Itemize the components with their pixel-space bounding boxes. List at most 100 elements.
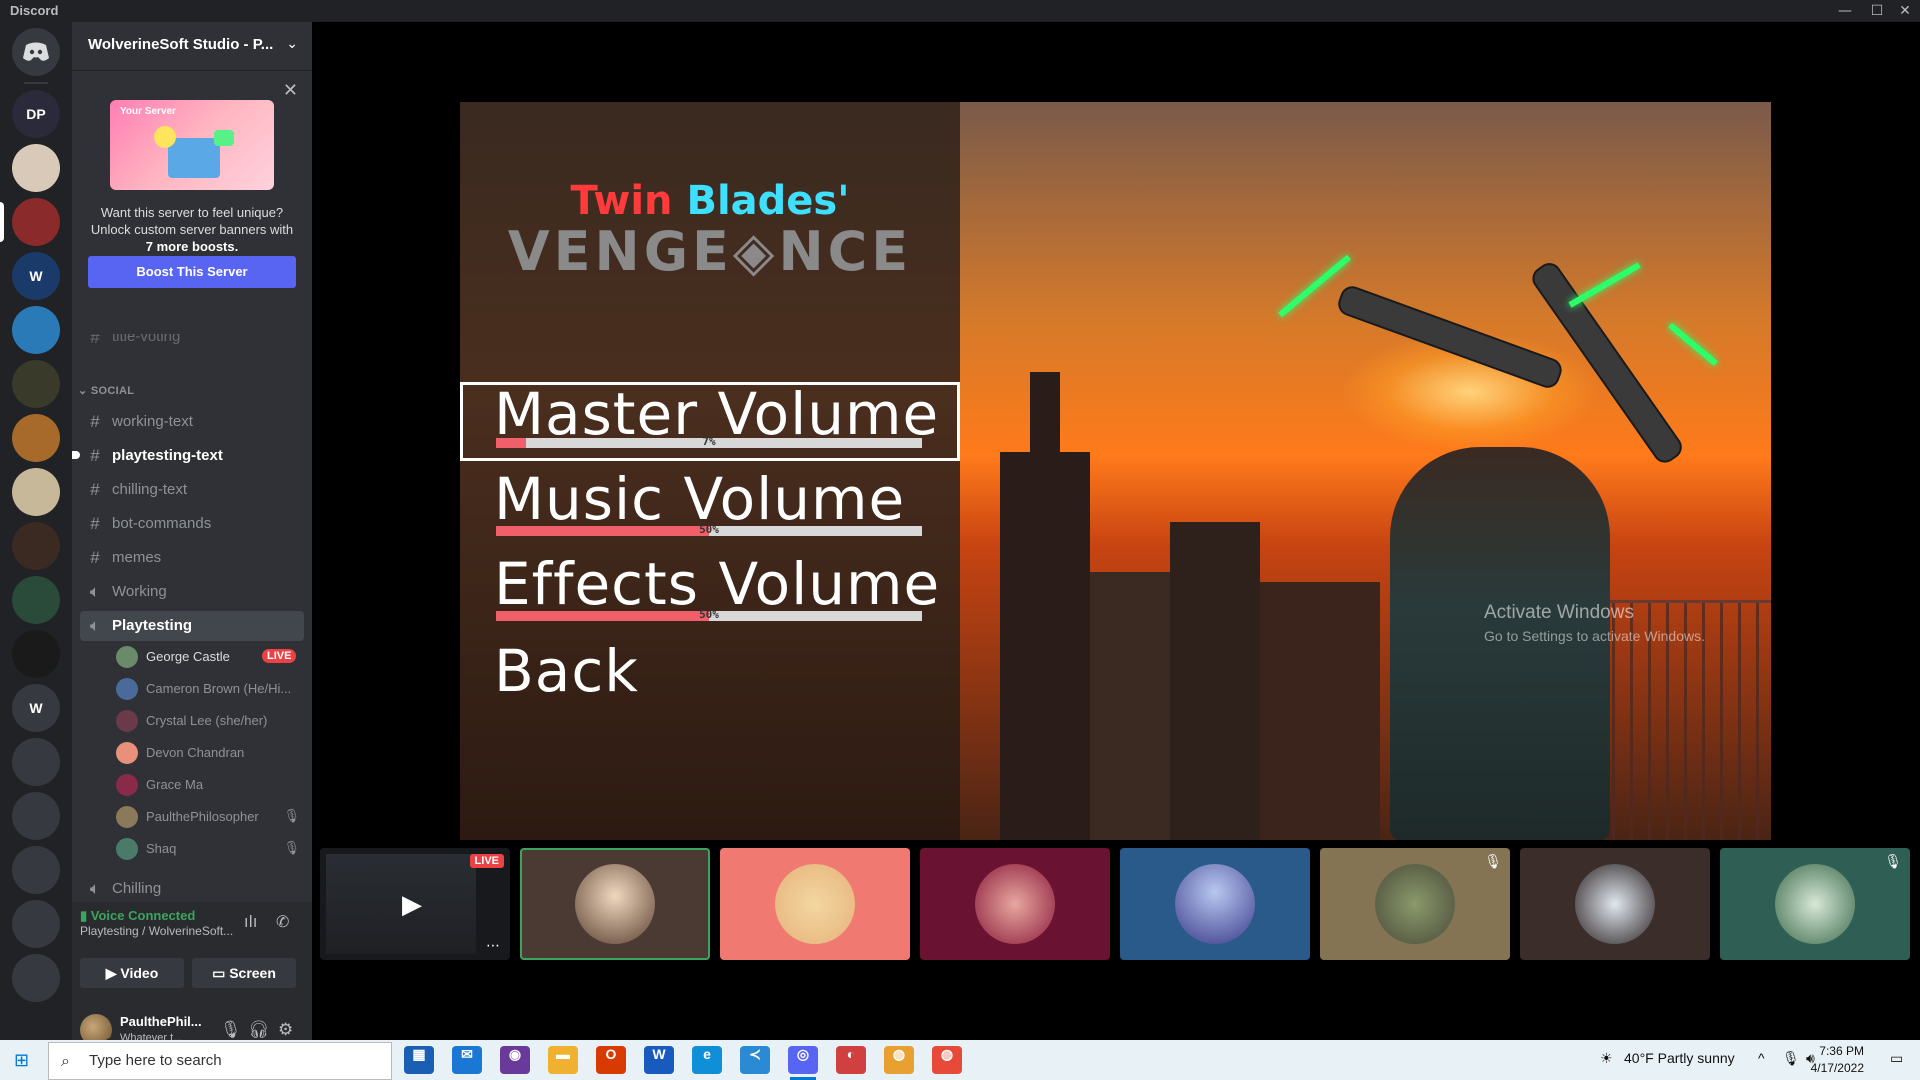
screen-share-button[interactable]: ▭ Screen <box>192 958 296 988</box>
voice-user[interactable]: Devon Chandran <box>116 738 306 768</box>
participant-tile[interactable] <box>520 848 710 960</box>
voice-user[interactable]: George Castle LIVE <box>116 642 306 672</box>
username: PaulthePhil... <box>120 1014 202 1029</box>
status-label: Voice Connected <box>90 908 196 923</box>
server-icon[interactable] <box>12 144 60 192</box>
server-icon[interactable]: W <box>12 684 60 732</box>
clock[interactable]: 7:36 PM 4/17/2022 <box>1811 1043 1864 1077</box>
windows-start-icon[interactable]: ⊞ <box>14 1050 29 1071</box>
voice-channel-playtesting[interactable]: 🔈︎ Playtesting <box>80 611 304 641</box>
word-app-icon[interactable]: W <box>644 1046 674 1074</box>
noise-suppression-icon[interactable]: ılı <box>244 912 257 931</box>
minimize-icon[interactable]: — <box>1830 0 1860 22</box>
stream-preview-tile[interactable]: ▶ LIVE ⋯ <box>320 848 510 960</box>
server-icon[interactable] <box>12 522 60 570</box>
vscode-app-icon[interactable]: ≺ <box>740 1046 770 1074</box>
menu-back[interactable]: Back <box>460 637 960 707</box>
edge-app-icon[interactable]: e <box>692 1046 722 1074</box>
microphone-icon[interactable]: 🎙︎ <box>1782 1050 1800 1067</box>
video-button[interactable]: ▶ Video <box>80 958 184 988</box>
store-app-icon[interactable]: ▦ <box>404 1046 434 1074</box>
search-icon: ⌕ <box>61 1051 70 1070</box>
weather-icon[interactable]: ☀ <box>1600 1050 1613 1067</box>
file-explorer-icon[interactable]: ▬ <box>548 1046 578 1074</box>
github-app-icon[interactable]: ◉ <box>500 1046 530 1074</box>
live-badge: LIVE <box>262 649 297 663</box>
chrome-app-icon[interactable]: ◍ <box>884 1046 914 1074</box>
voice-channel-chilling[interactable]: 🔈︎ Chilling <box>80 874 304 904</box>
server-header[interactable]: WolverineSoft Studio - P... ⌄ <box>72 22 312 71</box>
muted-mic-icon[interactable]: 🎙︎ <box>220 1020 242 1040</box>
boost-server-button[interactable]: Boost This Server <box>88 256 296 288</box>
chrome-canary-icon[interactable]: ◍ <box>932 1046 962 1074</box>
server-icon[interactable] <box>12 576 60 624</box>
server-icon[interactable] <box>12 954 60 1002</box>
channel-title-voting[interactable]: # title-voting <box>80 334 304 350</box>
channel-bot-commands[interactable]: # bot-commands <box>80 509 304 539</box>
notifications-icon[interactable]: ▭ <box>1890 1050 1903 1067</box>
server-icon[interactable] <box>12 414 60 462</box>
more-options-icon[interactable]: ⋯ <box>486 938 500 954</box>
server-icon[interactable]: W <box>12 252 60 300</box>
server-icon[interactable]: DP <box>12 90 60 138</box>
weather-text[interactable]: 40°F Partly sunny <box>1624 1050 1735 1066</box>
screen-share-view[interactable]: Twin Blades' VENGE◈NCE Master Volume 7% … <box>460 102 1771 840</box>
voice-channel-working[interactable]: 🔈︎ Working <box>80 577 304 607</box>
office-app-icon[interactable]: O <box>596 1046 626 1074</box>
building <box>1170 522 1260 840</box>
menu-music-volume[interactable]: Music Volume 50% <box>460 465 960 546</box>
headphones-icon[interactable]: 🎧︎ <box>248 1020 270 1040</box>
server-icon[interactable] <box>12 630 60 678</box>
server-icon[interactable] <box>12 900 60 948</box>
gear-icon[interactable]: ⚙ <box>278 1020 293 1040</box>
participant-tile[interactable] <box>1120 848 1310 960</box>
volume-slider[interactable]: 50% <box>496 608 922 621</box>
chevron-up-icon[interactable]: ^ <box>1758 1050 1765 1066</box>
channel-memes[interactable]: # memes <box>80 543 304 573</box>
participant-tile[interactable] <box>920 848 1110 960</box>
voice-user[interactable]: Shaq 🎙︎ <box>116 834 306 864</box>
close-icon[interactable]: ✕ <box>283 80 298 101</box>
menu-effects-volume[interactable]: Effects Volume 50% <box>460 550 960 631</box>
avatar <box>116 806 138 828</box>
server-icon[interactable] <box>12 468 60 516</box>
voice-user[interactable]: PaulthePhilosopher 🎙︎ <box>116 802 306 832</box>
maximize-icon[interactable]: ☐ <box>1862 0 1892 22</box>
voice-user[interactable]: Cameron Brown (He/Hi... <box>116 674 306 704</box>
character-icon <box>154 126 176 148</box>
volume-slider[interactable]: 7% <box>496 435 922 448</box>
voice-channel-path[interactable]: Playtesting / WolverineSoft... <box>80 924 233 938</box>
live-badge: LIVE <box>469 854 504 868</box>
voice-connected-status[interactable]: ▮ Voice Connected <box>80 908 195 924</box>
channel-playtesting-text[interactable]: # playtesting-text <box>72 441 304 471</box>
server-icon[interactable] <box>12 792 60 840</box>
server-icon[interactable] <box>12 306 60 354</box>
participant-tile[interactable] <box>1520 848 1710 960</box>
volume-slider[interactable]: 50% <box>496 523 922 536</box>
participant-tile[interactable]: 🎙︎ <box>1320 848 1510 960</box>
channel-label: Playtesting <box>112 617 193 634</box>
server-icon[interactable] <box>12 846 60 894</box>
discord-app-icon[interactable]: ◎ <box>788 1046 818 1074</box>
close-icon[interactable]: ✕ <box>1890 0 1920 22</box>
taskbar-search[interactable]: ⌕ Type here to search <box>48 1042 392 1080</box>
server-icon[interactable] <box>12 198 60 246</box>
channel-working-text[interactable]: # working-text <box>80 407 304 437</box>
server-icon[interactable] <box>12 738 60 786</box>
participant-tile[interactable] <box>720 848 910 960</box>
voice-user[interactable]: Crystal Lee (she/her) <box>116 706 306 736</box>
media-app-icon[interactable]: ◐ <box>836 1046 866 1074</box>
voice-user[interactable]: Grace Ma <box>116 770 306 800</box>
mail-app-icon[interactable]: ✉ <box>452 1046 482 1074</box>
channel-chilling-text[interactable]: # chilling-text <box>80 475 304 505</box>
building <box>1260 582 1380 840</box>
avatar <box>116 710 138 732</box>
discord-home-icon[interactable] <box>12 28 60 76</box>
hash-icon: # <box>90 334 100 347</box>
menu-master-volume[interactable]: Master Volume 7% <box>460 380 960 461</box>
disconnect-icon[interactable]: ✆ <box>276 912 289 931</box>
category-social[interactable]: ⌄ SOCIAL <box>78 384 134 397</box>
channel-label: Chilling <box>112 880 162 897</box>
participant-tile[interactable]: 🎙︎ <box>1720 848 1910 960</box>
server-icon[interactable] <box>12 360 60 408</box>
